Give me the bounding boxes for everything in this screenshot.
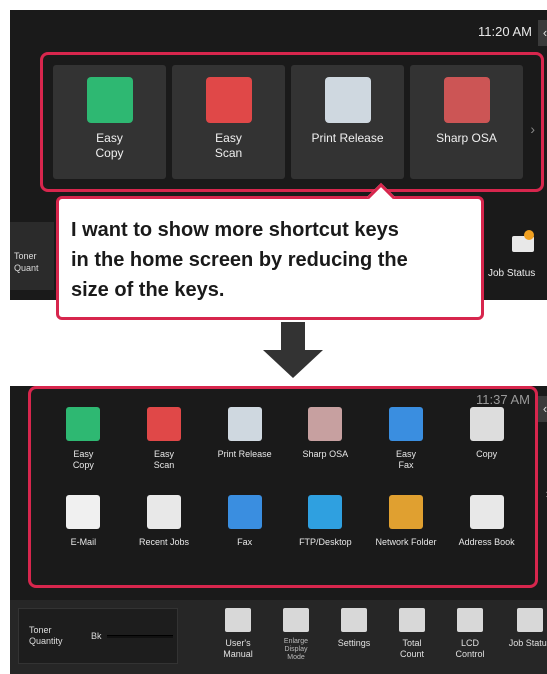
shortcut-key[interactable]: Sharp OSA — [410, 65, 523, 179]
easy-fax-icon — [388, 407, 423, 441]
shortcut-key-label: Easy Scan — [153, 449, 175, 470]
status-item-label: Enlarge Display Mode — [283, 638, 309, 661]
shortcut-key-label: Print Release — [311, 131, 384, 145]
toner-quantity-label: Toner Quantity — [29, 625, 63, 646]
fax-icon — [227, 495, 262, 529]
shortcut-key-label: Copy — [476, 449, 498, 459]
status-users-manual-button[interactable]: User's Manual — [208, 608, 268, 672]
shortcut-key[interactable]: Easy Copy — [53, 65, 166, 179]
shortcut-key-label: FTP/Desktop — [299, 537, 352, 547]
status-lcd-control-button[interactable]: LCD Control — [440, 608, 500, 672]
status-total-count-button[interactable]: Total Count — [382, 608, 442, 672]
sharp-osa-icon — [443, 77, 490, 123]
down-arrow-icon — [281, 322, 305, 350]
toner-quantity-label: Toner Quant — [14, 251, 39, 273]
shortcut-key[interactable]: Address Book — [446, 491, 527, 577]
easy-copy-icon — [86, 77, 133, 123]
shortcut-key-label: Address Book — [458, 537, 515, 547]
shortcut-key-label: Easy Copy — [72, 449, 94, 470]
shortcut-key[interactable]: Easy Scan — [124, 403, 205, 491]
easy-copy-icon — [66, 407, 101, 441]
easy-scan-icon — [205, 77, 252, 123]
shortcut-key-label: Network Folder — [375, 537, 437, 547]
easy-scan-icon — [146, 407, 181, 441]
shortcut-key-label: Print Release — [217, 449, 272, 459]
shortcut-key[interactable]: Sharp OSA — [285, 403, 366, 491]
shortcut-key[interactable]: Easy Fax — [366, 403, 447, 491]
print-release-icon — [324, 77, 371, 123]
toner-quantity-panel[interactable]: Toner Quantity Bk — [18, 608, 178, 664]
enlarge-display-icon — [283, 608, 309, 632]
shortcut-key[interactable]: Easy Scan — [172, 65, 285, 179]
shortcut-key-grid: Easy Copy Easy Scan Print Release Sharp OSA… — [43, 403, 527, 577]
users-manual-icon — [225, 608, 251, 632]
shortcut-key-row: Easy Copy Easy Scan Print Release Sharp OSA — [53, 65, 541, 179]
shortcut-key[interactable]: Recent Jobs — [124, 491, 205, 577]
shortcut-key-label: E-Mail — [70, 537, 97, 547]
recent-jobs-icon — [146, 495, 181, 529]
sharp-osa-icon — [308, 407, 343, 441]
print-release-icon — [227, 407, 262, 441]
shortcut-key[interactable]: Print Release — [204, 403, 285, 491]
callout-text: I want to show more shortcut keys in the… — [71, 219, 408, 301]
chevron-left-icon[interactable]: ‹ — [538, 396, 547, 422]
status-item-label: Settings — [337, 638, 371, 648]
shortcut-key-label: Recent Jobs — [138, 537, 189, 547]
toner-level-bar — [107, 635, 173, 638]
job-status-label[interactable]: Job Status — [488, 268, 535, 279]
shortcut-key-label: Easy Copy — [95, 131, 124, 160]
status-bar: Toner Quantity Bk User's Manual Enlarge D… — [10, 600, 547, 674]
shortcut-key[interactable]: Network Folder — [366, 491, 447, 577]
status-item-label: Total Count — [399, 638, 425, 659]
status-item-label: LCD Control — [455, 638, 485, 659]
status-item-label: Job Status — [508, 638, 547, 648]
copy-icon — [469, 407, 504, 441]
shortcut-key[interactable]: FTP/Desktop — [285, 491, 366, 577]
shortcut-key[interactable]: Copy — [446, 403, 527, 491]
shortcut-key-label: Sharp OSA — [302, 449, 349, 459]
shortcut-key-label: Fax — [237, 537, 253, 547]
callout-box: I want to show more shortcut keys in the… — [56, 182, 484, 320]
status-settings-button[interactable]: Settings — [324, 608, 384, 672]
down-arrow-head — [263, 350, 323, 378]
shortcut-key[interactable]: E-Mail — [43, 491, 124, 577]
status-enlarge-display-button[interactable]: Enlarge Display Mode — [266, 608, 326, 672]
shortcut-key[interactable]: Fax — [204, 491, 285, 577]
shortcut-key-label: Sharp OSA — [436, 131, 497, 145]
address-book-icon — [469, 495, 504, 529]
shortcut-key-label: Easy Scan — [214, 131, 243, 160]
shortcut-key-label: Easy Fax — [395, 449, 416, 470]
email-icon — [66, 495, 101, 529]
toner-bk-label: Bk — [91, 631, 102, 641]
lcd-control-icon — [457, 608, 483, 632]
ftp-desktop-icon — [308, 495, 343, 529]
job-status-icon — [517, 608, 543, 632]
notification-badge — [524, 230, 534, 240]
shortcut-key[interactable]: Easy Copy — [43, 403, 124, 491]
bottom-home-screen: 11:37 AM ‹ Easy Copy Easy Scan Print Relea… — [10, 386, 547, 674]
shortcut-keys-highlight: Easy Copy Easy Scan Print Release Sharp OSA… — [28, 386, 538, 588]
status-job-status-button[interactable]: Job Status — [500, 608, 547, 672]
clock: 11:20 AM — [478, 24, 532, 39]
shortcut-keys-highlight: Easy Copy Easy Scan Print Release Sharp OSA… — [40, 52, 544, 192]
network-folder-icon — [388, 495, 423, 529]
chevron-right-icon[interactable]: › — [530, 121, 535, 137]
total-count-icon — [399, 608, 425, 632]
chevron-left-icon[interactable]: ‹ — [538, 20, 547, 46]
settings-icon — [341, 608, 367, 632]
shortcut-key[interactable]: Print Release — [291, 65, 404, 179]
status-item-label: User's Manual — [223, 638, 253, 659]
